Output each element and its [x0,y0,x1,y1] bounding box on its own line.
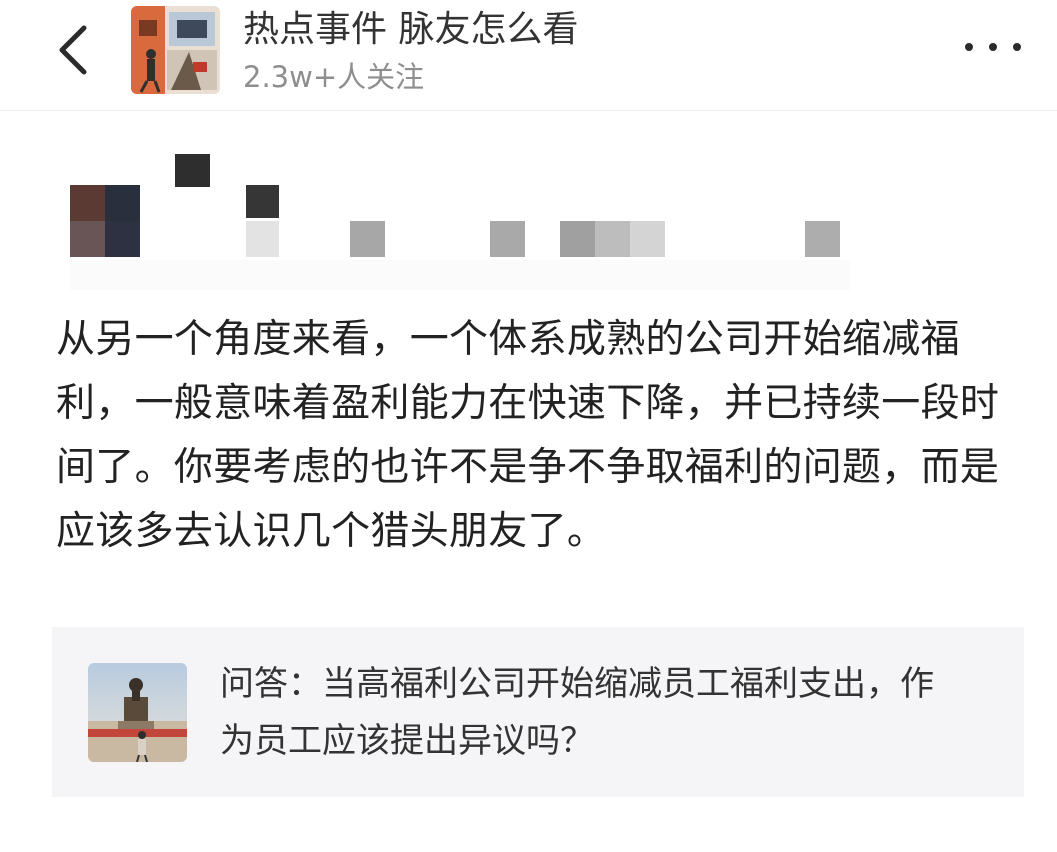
redaction-block [105,221,140,257]
linked-question-title[interactable]: 问答：当高福利公司开始缩减员工福利支出，作为员工应该提出异议吗？ [220,656,940,770]
question-thumbnail [88,663,187,762]
post-body-text: 从另一个角度来看，一个体系成熟的公司开始缩减福利，一般意味着盈利能力在快速下降，… [56,317,1000,554]
chevron-left-icon [59,25,87,75]
redaction-block [560,221,595,257]
redaction-block [70,185,105,221]
redaction-block [490,221,525,257]
back-button[interactable] [50,22,100,78]
redaction-block [595,221,630,257]
redaction-block [246,185,279,218]
more-options-button[interactable] [960,32,1026,62]
monument-photo [88,663,187,762]
redaction-block [105,185,140,221]
redaction-block [70,221,105,257]
author-info-redacted [0,110,1057,290]
more-horizontal-icon [965,43,1021,51]
redaction-block [350,221,385,257]
topic-follower-count: 2.3w+人关注 [243,60,425,94]
top-bar: 热点事件 脉友怎么看 2.3w+人关注 [0,0,1057,111]
redaction-block [246,221,279,257]
redaction-block [70,260,850,290]
topic-thumbnail[interactable] [131,6,220,94]
topic-title[interactable]: 热点事件 脉友怎么看 [243,7,578,53]
redaction-block [805,221,840,257]
topic-illustration [131,6,220,94]
redaction-block [175,154,210,187]
redaction-block [630,221,665,257]
linked-question-card[interactable]: 问答：当高福利公司开始缩减员工福利支出，作为员工应该提出异议吗？ [52,627,1024,797]
